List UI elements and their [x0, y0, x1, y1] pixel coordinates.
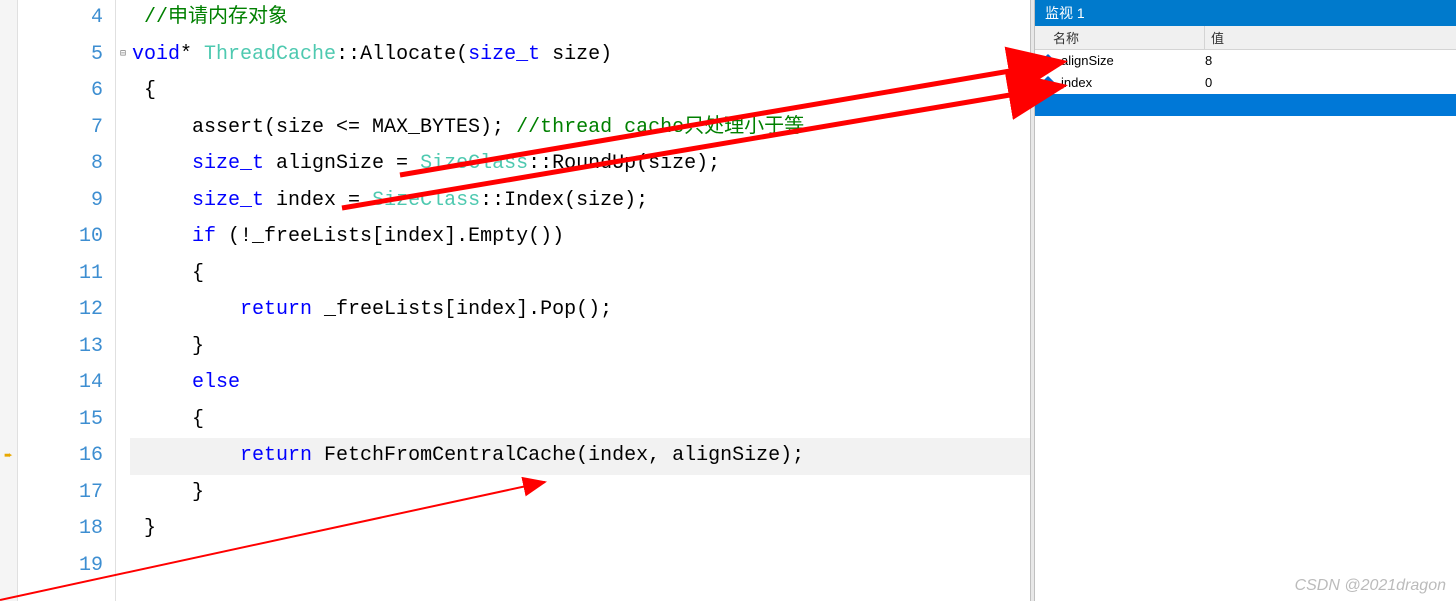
fold-toggle: [116, 329, 130, 366]
fold-toggle: [116, 475, 130, 512]
watch-header-name[interactable]: 名称: [1035, 26, 1205, 49]
fold-column[interactable]: ⊟: [116, 0, 130, 601]
code-text-area[interactable]: //申请内存对象void* ThreadCache::Allocate(size…: [130, 0, 1030, 601]
fold-toggle: [116, 511, 130, 548]
breakpoint-margin[interactable]: ➨: [0, 0, 18, 601]
fold-toggle: [116, 219, 130, 256]
code-line[interactable]: {: [130, 73, 1030, 110]
watch-header-value[interactable]: 值: [1205, 28, 1456, 47]
watch-variable-icon: [1035, 56, 1061, 66]
line-number: 11: [18, 256, 103, 293]
code-line[interactable]: }: [130, 511, 1030, 548]
margin-cell[interactable]: [0, 146, 17, 183]
line-number: 19: [18, 548, 103, 585]
watch-new-expression-row[interactable]: [1035, 94, 1456, 116]
watch-title-text: 监视 1: [1045, 3, 1085, 23]
fold-toggle: [116, 402, 130, 439]
margin-cell[interactable]: [0, 219, 17, 256]
line-number: 15: [18, 402, 103, 439]
fold-toggle[interactable]: ⊟: [116, 37, 130, 74]
fold-toggle: [116, 73, 130, 110]
code-line[interactable]: void* ThreadCache::Allocate(size_t size): [130, 37, 1030, 74]
line-number: 7: [18, 110, 103, 147]
watch-variable-name[interactable]: alignSize: [1061, 53, 1205, 68]
margin-cell[interactable]: [0, 365, 17, 402]
line-number: 17: [18, 475, 103, 512]
fold-toggle: [116, 146, 130, 183]
watch-variable-value: 8: [1205, 53, 1212, 68]
code-line[interactable]: size_t index = SizeClass::Index(size);: [130, 183, 1030, 220]
code-line[interactable]: {: [130, 256, 1030, 293]
margin-cell[interactable]: [0, 110, 17, 147]
watch-variable-value: 0: [1205, 75, 1212, 90]
line-number: 14: [18, 365, 103, 402]
code-line[interactable]: return _freeLists[index].Pop();: [130, 292, 1030, 329]
margin-cell[interactable]: [0, 511, 17, 548]
fold-toggle: [116, 365, 130, 402]
code-line[interactable]: }: [130, 329, 1030, 366]
margin-cell[interactable]: [0, 37, 17, 74]
margin-cell[interactable]: ➨: [0, 438, 17, 475]
watch-variable-icon: [1035, 78, 1061, 88]
watch-row[interactable]: alignSize8: [1035, 50, 1456, 72]
code-line[interactable]: return FetchFromCentralCache(index, alig…: [130, 438, 1030, 475]
line-number: 8: [18, 146, 103, 183]
watch-variable-name[interactable]: index: [1061, 75, 1205, 90]
code-line[interactable]: else: [130, 365, 1030, 402]
fold-toggle: [116, 110, 130, 147]
code-line[interactable]: //申请内存对象: [130, 0, 1030, 37]
margin-cell[interactable]: [0, 402, 17, 439]
code-editor[interactable]: ➨ 45678910111213141516171819 ⊟ //申请内存对象v…: [0, 0, 1030, 601]
watch-panel-title[interactable]: 监视 1: [1035, 0, 1456, 26]
fold-toggle: [116, 548, 130, 585]
margin-cell[interactable]: [0, 256, 17, 293]
line-number: 6: [18, 73, 103, 110]
current-line-arrow-icon: ➨: [4, 448, 12, 465]
fold-toggle: [116, 292, 130, 329]
line-number: 5: [18, 37, 103, 74]
line-number: 13: [18, 329, 103, 366]
code-line[interactable]: assert(size <= MAX_BYTES); //thread cach…: [130, 110, 1030, 147]
margin-cell[interactable]: [0, 183, 17, 220]
line-number: 9: [18, 183, 103, 220]
fold-toggle: [116, 0, 130, 37]
watch-panel: 监视 1 名称 值 alignSize8index0: [1035, 0, 1456, 601]
line-number-gutter: 45678910111213141516171819: [18, 0, 116, 601]
code-line[interactable]: [130, 548, 1030, 585]
line-number: 18: [18, 511, 103, 548]
margin-cell[interactable]: [0, 548, 17, 585]
code-line[interactable]: size_t alignSize = SizeClass::RoundUp(si…: [130, 146, 1030, 183]
line-number: 12: [18, 292, 103, 329]
code-line[interactable]: {: [130, 402, 1030, 439]
fold-toggle: [116, 183, 130, 220]
margin-cell[interactable]: [0, 73, 17, 110]
code-line[interactable]: }: [130, 475, 1030, 512]
watch-row[interactable]: index0: [1035, 72, 1456, 94]
margin-cell[interactable]: [0, 475, 17, 512]
watch-header-row: 名称 值: [1035, 26, 1456, 50]
margin-cell[interactable]: [0, 329, 17, 366]
fold-toggle: [116, 438, 130, 475]
code-line[interactable]: if (!_freeLists[index].Empty()): [130, 219, 1030, 256]
fold-toggle: [116, 256, 130, 293]
line-number: 4: [18, 0, 103, 37]
margin-cell[interactable]: [0, 292, 17, 329]
margin-cell[interactable]: [0, 0, 17, 37]
line-number: 16: [18, 438, 103, 475]
line-number: 10: [18, 219, 103, 256]
